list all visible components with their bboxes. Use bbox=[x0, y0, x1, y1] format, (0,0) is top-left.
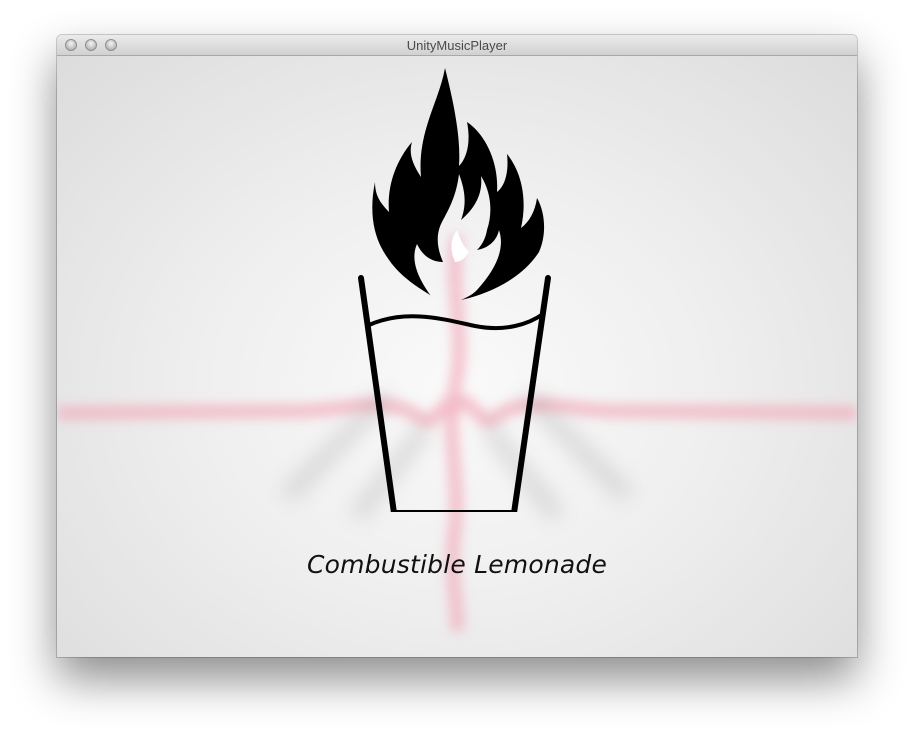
player-view: Combustible Lemonade bbox=[57, 56, 857, 657]
flaming-lemonade-glass-icon bbox=[358, 68, 551, 512]
app-window: UnityMusicPlayer Combustible Lemonade bbox=[57, 35, 857, 657]
flame-icon bbox=[372, 68, 545, 300]
title-bar[interactable]: UnityMusicPlayer bbox=[57, 35, 857, 56]
track-title: Combustible Lemonade bbox=[306, 550, 608, 579]
glass-icon bbox=[358, 275, 551, 512]
window-title: UnityMusicPlayer bbox=[406, 38, 508, 53]
